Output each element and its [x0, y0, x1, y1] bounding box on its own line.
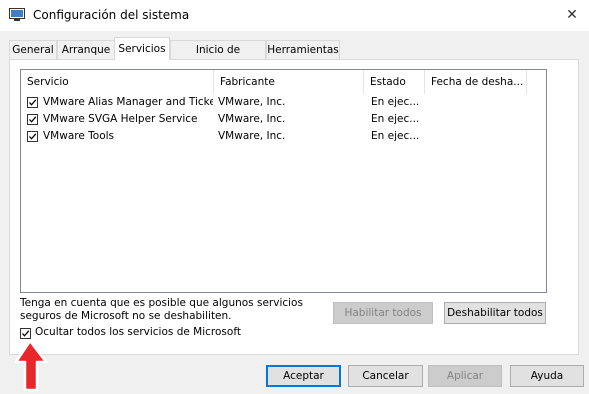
- disable-all-button[interactable]: Deshabilitar todos: [444, 302, 546, 324]
- apply-button[interactable]: Aplicar: [428, 365, 502, 387]
- close-icon[interactable]: ✕: [561, 5, 583, 25]
- service-row[interactable]: VMware Tools VMware, Inc. En ejec...: [21, 129, 546, 146]
- checkmark-icon: [29, 99, 37, 106]
- microsoft-services-note: Tenga en cuenta que es posible que algun…: [20, 297, 303, 322]
- hide-microsoft-label[interactable]: Ocultar todos los servicios de Microsoft: [35, 326, 241, 338]
- checkmark-icon: [29, 116, 37, 123]
- service-checkbox[interactable]: [27, 131, 38, 142]
- service-vendor: VMware, Inc.: [218, 130, 286, 142]
- service-name: VMware Alias Manager and Ticke...: [43, 96, 213, 108]
- checkmark-icon: [22, 330, 30, 337]
- service-checkbox[interactable]: [27, 114, 38, 125]
- window-title: Configuración del sistema: [33, 8, 190, 22]
- column-header-fecha[interactable]: Fecha de desha...: [425, 70, 527, 94]
- red-arrow-icon: [14, 339, 48, 392]
- cancel-button[interactable]: Cancelar: [348, 365, 423, 387]
- title-bar: Configuración del sistema ✕: [0, 0, 589, 31]
- tab-inicio-de-windows[interactable]: Inicio de Windows: [170, 40, 266, 75]
- service-row[interactable]: VMware SVGA Helper Service VMware, Inc. …: [21, 112, 546, 129]
- column-header-fabricante[interactable]: Fabricante: [214, 70, 364, 94]
- column-header-estado[interactable]: Estado: [364, 70, 425, 94]
- services-list[interactable]: Servicio Fabricante Estado Fecha de desh…: [20, 69, 547, 293]
- enable-all-button[interactable]: Habilitar todos: [333, 302, 433, 324]
- service-row[interactable]: VMware Alias Manager and Ticke... VMware…: [21, 95, 546, 112]
- checkmark-icon: [29, 133, 37, 140]
- column-header-servicio[interactable]: Servicio: [21, 70, 214, 94]
- help-button[interactable]: Ayuda: [510, 365, 584, 387]
- service-name: VMware SVGA Helper Service: [43, 113, 198, 125]
- ok-button[interactable]: Aceptar: [266, 365, 341, 387]
- tab-general[interactable]: General: [9, 40, 57, 59]
- tab-servicios[interactable]: Servicios: [114, 37, 170, 60]
- tab-arranque[interactable]: Arranque: [57, 40, 115, 59]
- system-config-icon: [9, 8, 25, 21]
- service-status: En ejec...: [371, 113, 420, 125]
- service-status: En ejec...: [371, 96, 420, 108]
- service-vendor: VMware, Inc.: [218, 96, 286, 108]
- service-status: En ejec...: [371, 130, 420, 142]
- service-checkbox[interactable]: [27, 97, 38, 108]
- service-vendor: VMware, Inc.: [218, 113, 286, 125]
- tab-herramientas[interactable]: Herramientas: [266, 40, 340, 59]
- service-name: VMware Tools: [43, 130, 115, 142]
